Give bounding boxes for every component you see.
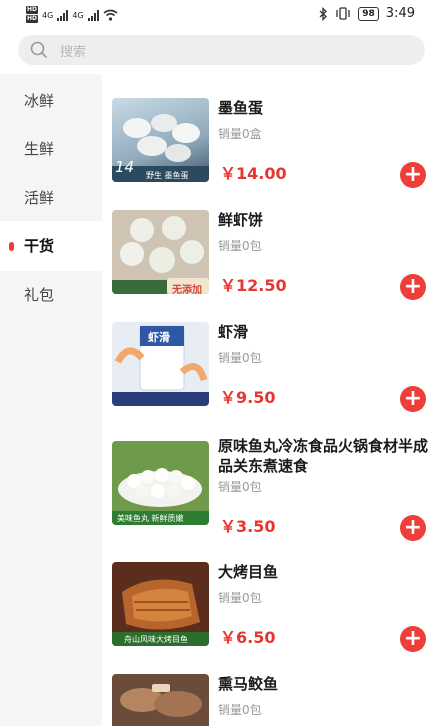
sidebar-item-shengxian[interactable]: 生鲜 bbox=[0, 124, 102, 174]
image-caption: 虾滑 bbox=[148, 331, 170, 344]
product-price: ￥12.50 bbox=[220, 276, 287, 295]
product-image: 无添加 bbox=[112, 210, 209, 294]
clock: 3:49 bbox=[385, 6, 415, 21]
product-name: 大烤目鱼 bbox=[218, 563, 279, 581]
sidebar-item-libao[interactable]: 礼包 bbox=[0, 270, 102, 320]
add-to-cart-button[interactable]: + bbox=[400, 515, 426, 541]
product-name: 原味鱼丸冷冻食品火锅食材半成品关东煮速食 bbox=[218, 437, 429, 475]
product-sales: 销量0包 bbox=[218, 351, 262, 365]
product-name: 熏马鲛鱼 bbox=[218, 675, 279, 693]
sidebar-item-huoxian[interactable]: 活鲜 bbox=[0, 173, 102, 223]
product-image bbox=[112, 674, 209, 726]
product-price: ￥3.50 bbox=[220, 517, 276, 536]
product-sales: 销量0包 bbox=[218, 591, 262, 605]
product-card[interactable]: 无添加 鲜虾饼 销量0包 ￥12.50 + bbox=[102, 210, 437, 320]
sidebar-item-label: 活鲜 bbox=[24, 189, 55, 207]
image-badge: 14 bbox=[115, 158, 135, 176]
status-left: HD HD 4G 4G bbox=[26, 6, 118, 24]
product-image: 虾滑 bbox=[112, 322, 209, 406]
add-to-cart-button[interactable]: + bbox=[400, 386, 426, 412]
product-name: 鲜虾饼 bbox=[218, 211, 264, 229]
add-to-cart-button[interactable]: + bbox=[400, 626, 426, 652]
product-name: 虾滑 bbox=[218, 323, 249, 341]
product-card[interactable]: 舟山风味大烤目鱼 大烤目鱼 销量0包 ￥6.50 + bbox=[102, 562, 437, 672]
product-card[interactable]: 美味鱼丸 新鲜质嫩 原味鱼丸冷冻食品火锅食材半成品关东煮速食 销量0包 ￥3.5… bbox=[102, 436, 437, 558]
product-sales: 销量0包 bbox=[218, 239, 262, 253]
network-1-label: 4G bbox=[42, 10, 54, 20]
product-sales: 销量0包 bbox=[218, 703, 262, 717]
add-to-cart-button[interactable]: + bbox=[400, 274, 426, 300]
sidebar-item-label: 生鲜 bbox=[24, 140, 55, 158]
image-caption: 野生 墨鱼蛋 bbox=[146, 171, 189, 180]
wifi-icon bbox=[103, 9, 118, 21]
signal-icon-2 bbox=[87, 9, 99, 21]
product-image: 美味鱼丸 新鲜质嫩 bbox=[112, 441, 209, 525]
product-image: 舟山风味大烤目鱼 bbox=[112, 562, 209, 646]
bluetooth-icon bbox=[319, 6, 328, 21]
product-card[interactable]: 熏马鲛鱼 销量0包 bbox=[102, 674, 437, 726]
image-caption: 无添加 bbox=[172, 285, 202, 294]
vibrate-icon bbox=[336, 7, 350, 20]
add-to-cart-button[interactable]: + bbox=[400, 162, 426, 188]
product-price: ￥6.50 bbox=[220, 628, 276, 647]
product-card[interactable]: 虾滑 虾滑 销量0包 ￥9.50 + bbox=[102, 322, 437, 432]
product-price: ￥14.00 bbox=[220, 164, 287, 183]
status-bar: HD HD 4G 4G 98 3:49 bbox=[0, 0, 437, 30]
image-caption: 美味鱼丸 新鲜质嫩 bbox=[117, 514, 184, 523]
status-right: 98 3:49 bbox=[319, 6, 415, 21]
battery-icon: 98 bbox=[358, 6, 379, 21]
sidebar-item-ganhuo[interactable]: 干货 bbox=[0, 221, 102, 271]
signal-icon bbox=[57, 9, 69, 21]
hd-icon: HD HD bbox=[26, 6, 39, 23]
category-sidebar: 冰鲜 生鲜 活鲜 干货 礼包 bbox=[0, 74, 102, 726]
product-name: 墨鱼蛋 bbox=[218, 99, 264, 117]
network-2-label: 4G bbox=[72, 10, 84, 20]
product-image: 14 野生 墨鱼蛋 bbox=[112, 98, 209, 182]
active-indicator bbox=[9, 242, 14, 251]
product-price: ￥9.50 bbox=[220, 388, 276, 407]
search-icon bbox=[30, 41, 48, 59]
sidebar-item-label: 冰鲜 bbox=[24, 92, 55, 110]
search-bar[interactable]: 搜索 bbox=[18, 35, 425, 65]
smoked-mackerel-picture bbox=[112, 674, 209, 726]
sidebar-item-label: 礼包 bbox=[24, 286, 55, 304]
product-card[interactable]: 14 野生 墨鱼蛋 墨鱼蛋 销量0盒 ￥14.00 + bbox=[102, 98, 437, 208]
image-caption: 舟山风味大烤目鱼 bbox=[124, 635, 188, 644]
sidebar-item-label: 干货 bbox=[24, 237, 55, 255]
product-sales: 销量0盒 bbox=[218, 127, 262, 141]
sidebar-item-bingxian[interactable]: 冰鲜 bbox=[0, 76, 102, 126]
product-sales: 销量0包 bbox=[218, 480, 262, 494]
search-placeholder: 搜索 bbox=[60, 45, 87, 60]
